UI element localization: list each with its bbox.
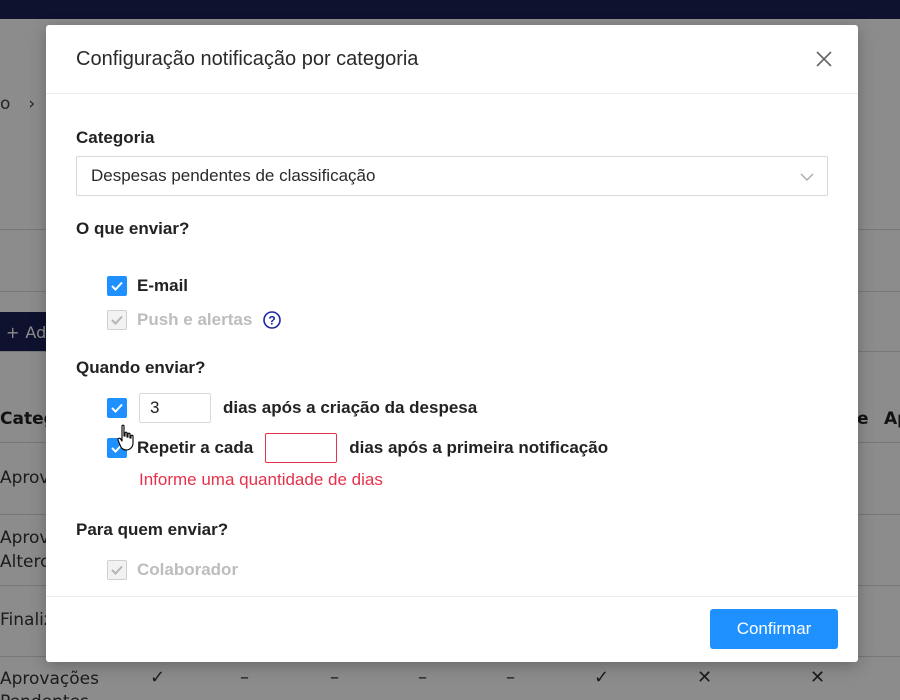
push-option: Push e alertas ?: [107, 310, 282, 330]
chevron-down-icon: [800, 173, 814, 181]
days-after-creation-option: dias após a criação da despesa: [107, 393, 477, 423]
repeat-days-error: Informe uma quantidade de dias: [139, 470, 383, 489]
svg-text:?: ?: [269, 314, 276, 328]
modal-header: Configuração notificação por categoria: [46, 25, 858, 94]
email-label: E-mail: [137, 276, 189, 295]
days-after-creation-checkbox[interactable]: [107, 398, 127, 418]
what-to-send-label: O que enviar?: [76, 219, 190, 238]
category-label: Categoria: [76, 128, 155, 147]
help-icon[interactable]: ?: [262, 310, 282, 330]
checkmark-icon: [111, 565, 123, 575]
push-label: Push e alertas: [137, 310, 253, 329]
when-to-send-label: Quando enviar?: [76, 358, 206, 377]
repeat-checkbox[interactable]: [107, 438, 127, 458]
repeat-option: Repetir a cada dias após a primeira noti…: [107, 433, 608, 463]
modal-footer: Confirmar: [46, 596, 858, 662]
email-option[interactable]: E-mail: [107, 276, 188, 296]
checkmark-icon: [111, 443, 123, 453]
collaborator-checkbox: [107, 560, 127, 580]
notification-config-modal: Configuração notificação por categoria C…: [46, 25, 858, 662]
category-select-value: Despesas pendentes de classificação: [91, 166, 376, 185]
confirm-button[interactable]: Confirmar: [710, 609, 838, 649]
repeat-suffix-text: dias após a primeira notificação: [349, 438, 609, 457]
category-select[interactable]: Despesas pendentes de classificação: [76, 156, 828, 196]
days-after-creation-input[interactable]: [139, 393, 211, 423]
modal-title: Configuração notificação por categoria: [76, 47, 419, 70]
push-checkbox: [107, 310, 127, 330]
to-whom-label: Para quem enviar?: [76, 520, 229, 539]
email-checkbox[interactable]: [107, 276, 127, 296]
checkmark-icon: [111, 403, 123, 413]
close-button[interactable]: [812, 47, 836, 71]
checkmark-icon: [111, 315, 123, 325]
repeat-prefix-text: Repetir a cada: [137, 438, 254, 457]
repeat-days-input[interactable]: [265, 433, 338, 463]
collaborator-label: Colaborador: [137, 560, 239, 579]
collaborator-option: Colaborador: [107, 560, 238, 580]
checkmark-icon: [111, 281, 123, 291]
close-icon: [816, 51, 832, 67]
days-after-creation-text: dias após a criação da despesa: [223, 398, 478, 417]
